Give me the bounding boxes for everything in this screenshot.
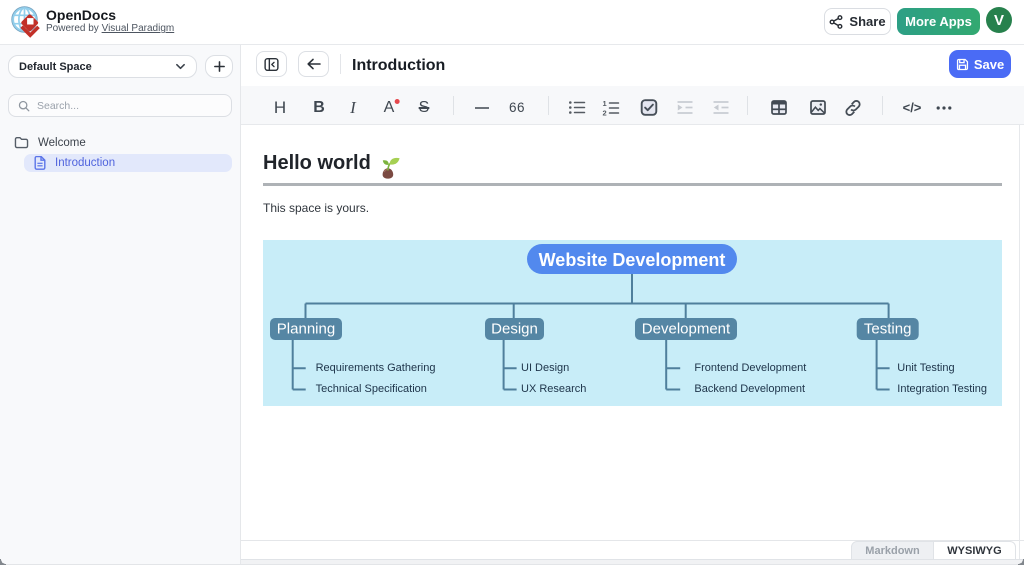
svg-text:Requirements Gathering: Requirements Gathering: [316, 362, 436, 374]
svg-text:Backend Development: Backend Development: [694, 383, 805, 395]
svg-text:Design: Design: [491, 321, 538, 338]
svg-text:1: 1: [603, 100, 607, 108]
svg-text:2: 2: [603, 108, 607, 116]
svg-text:Website Development: Website Development: [539, 250, 726, 270]
svg-text:Planning: Planning: [277, 321, 335, 338]
svg-text:Frontend Development: Frontend Development: [694, 362, 806, 374]
svg-text:Technical Specification: Technical Specification: [316, 383, 427, 395]
svg-text:Testing: Testing: [864, 321, 912, 338]
svg-text:UI Design: UI Design: [521, 362, 569, 374]
svg-text:Development: Development: [642, 321, 731, 338]
svg-text:UX Research: UX Research: [521, 383, 586, 395]
svg-text:Unit Testing: Unit Testing: [897, 362, 954, 374]
svg-text:Integration Testing: Integration Testing: [897, 383, 987, 395]
